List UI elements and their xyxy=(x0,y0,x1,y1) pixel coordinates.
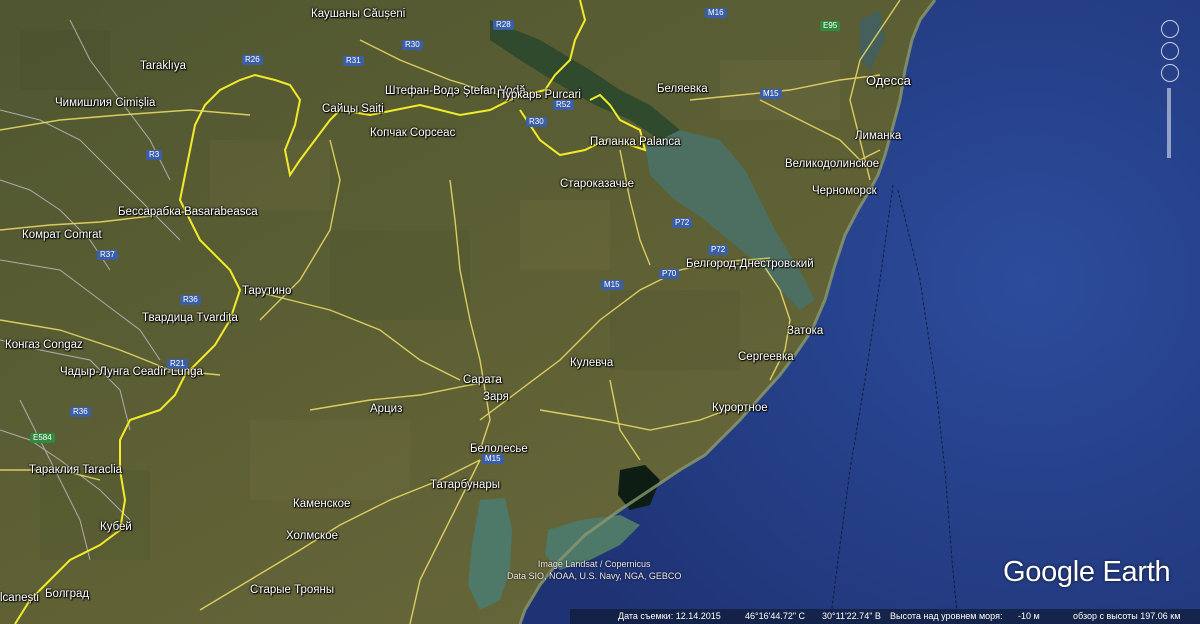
satellite-imagery[interactable] xyxy=(0,0,1200,624)
